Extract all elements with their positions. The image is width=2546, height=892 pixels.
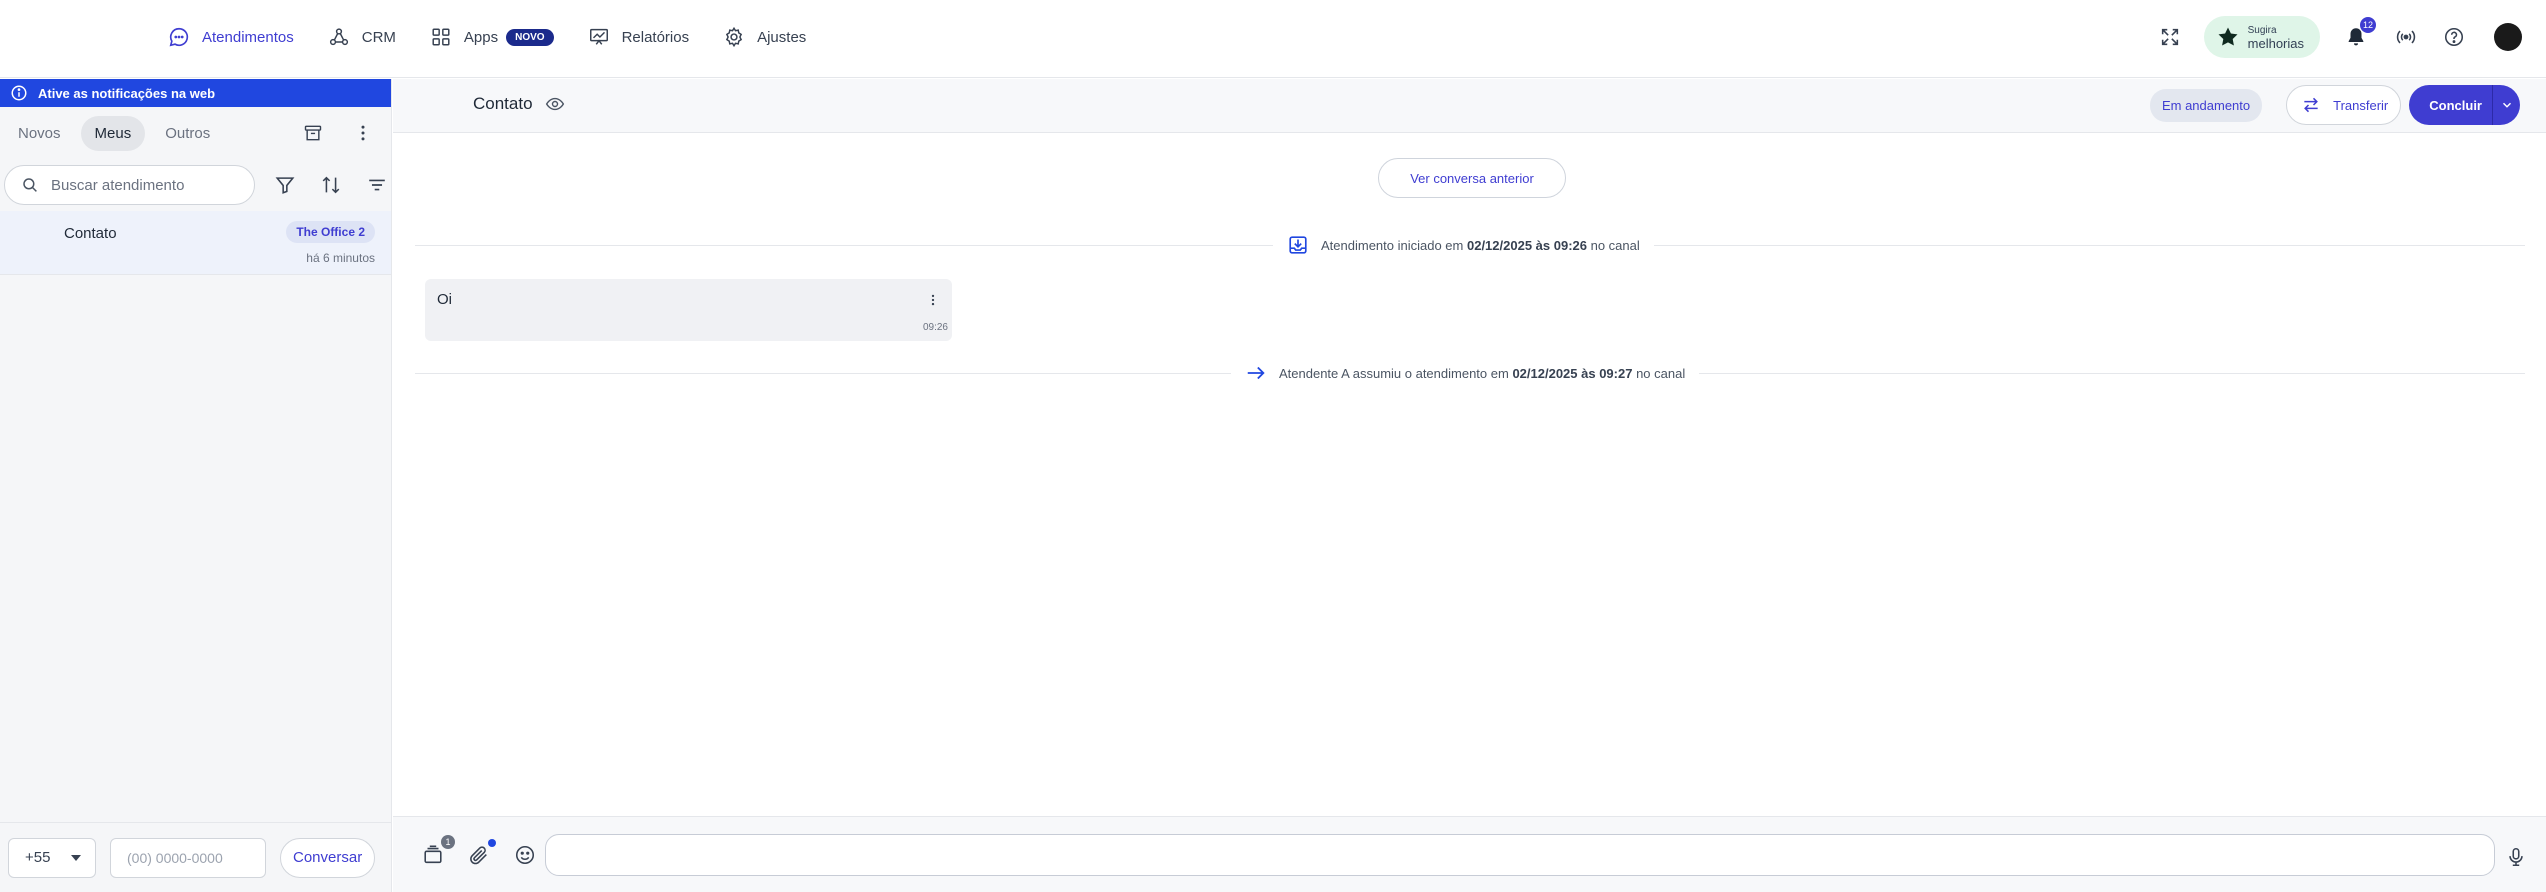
nav-label: Relatórios bbox=[621, 28, 690, 46]
status-badge: Em andamento bbox=[2149, 88, 2263, 122]
conclude-button-group: Concluir bbox=[2409, 85, 2520, 125]
message-menu-icon[interactable] bbox=[926, 291, 940, 309]
main-nav: Atendimentos CRM Apps NOVO Relatórios Aj… bbox=[168, 24, 840, 50]
phone-input[interactable] bbox=[110, 837, 266, 878]
crm-nodes-icon bbox=[328, 26, 350, 48]
nav-apps[interactable]: Apps NOVO bbox=[430, 26, 554, 48]
conversation-time: há 6 minutos bbox=[306, 251, 375, 265]
tab-outros[interactable]: Outros bbox=[151, 116, 224, 151]
start-conversation-button[interactable]: Conversar bbox=[280, 837, 376, 878]
notification-dot bbox=[488, 839, 496, 847]
search-actions bbox=[271, 171, 391, 199]
country-code-value: +55 bbox=[25, 849, 51, 866]
web-notifications-banner[interactable]: Ative as notificações na web bbox=[0, 79, 391, 107]
tab-meus[interactable]: Meus bbox=[80, 115, 146, 151]
microphone-icon[interactable] bbox=[2502, 843, 2530, 871]
chat-header-actions: Em andamento Transferir Concluir bbox=[2149, 85, 2520, 125]
archive-icon[interactable] bbox=[299, 119, 327, 147]
more-vertical-icon[interactable] bbox=[349, 119, 377, 147]
star-icon bbox=[2216, 25, 2240, 49]
chat-bubble-icon bbox=[168, 26, 190, 48]
nav-label: Ajustes bbox=[757, 28, 807, 46]
chat-header: Contato Em andamento Transferir Concluir bbox=[393, 79, 2546, 133]
attach-button[interactable] bbox=[465, 839, 496, 869]
conclude-options-button[interactable] bbox=[2492, 85, 2520, 125]
conversation-tabs: Novos Meus Outros bbox=[0, 107, 391, 159]
search-input[interactable] bbox=[51, 176, 241, 194]
top-navigation: Atendimentos CRM Apps NOVO Relatórios Aj… bbox=[0, 0, 2546, 78]
nav-atendimentos[interactable]: Atendimentos bbox=[168, 26, 294, 48]
paperclip-icon bbox=[468, 844, 490, 866]
new-badge: NOVO bbox=[506, 28, 554, 46]
search-box bbox=[4, 165, 255, 205]
search-icon bbox=[21, 176, 39, 194]
nav-relatorios[interactable]: Relatórios bbox=[588, 26, 690, 48]
conclude-button[interactable]: Concluir bbox=[2409, 85, 2492, 125]
search-row bbox=[0, 159, 391, 211]
nav-label: Apps bbox=[463, 28, 499, 46]
conversations-sidebar: Ative as notificações na web Novos Meus … bbox=[0, 79, 392, 892]
filter-lines-icon[interactable] bbox=[363, 171, 391, 199]
contact-name[interactable]: Contato bbox=[473, 94, 533, 114]
conversation-item[interactable]: Contato The Office 2 há 6 minutos bbox=[0, 211, 391, 275]
arrow-right-icon bbox=[1245, 362, 1267, 384]
broadcast-icon[interactable] bbox=[2392, 23, 2420, 51]
presentation-chart-icon bbox=[588, 26, 610, 48]
sort-icon[interactable] bbox=[317, 171, 345, 199]
composer-tools: 1 bbox=[419, 835, 539, 869]
apps-grid-icon bbox=[430, 26, 452, 48]
transfer-label: Transferir bbox=[2333, 97, 2389, 113]
gear-icon bbox=[723, 26, 745, 48]
chevron-down-icon bbox=[2502, 102, 2511, 108]
channel-tag: The Office 2 bbox=[286, 221, 375, 243]
notification-count-badge: 12 bbox=[2360, 17, 2376, 33]
country-code-select[interactable]: +55 bbox=[8, 837, 96, 878]
chat-messages: Ver conversa anterior Atendimento inicia… bbox=[393, 134, 2546, 816]
fullscreen-icon[interactable] bbox=[2156, 23, 2184, 51]
help-icon[interactable] bbox=[2440, 23, 2468, 51]
view-previous-conversation-button[interactable]: Ver conversa anterior bbox=[1378, 158, 1566, 198]
nav-label: Atendimentos bbox=[202, 28, 294, 46]
suggest-text: Sugira melhorias bbox=[2247, 25, 2304, 51]
nav-ajustes[interactable]: Ajustes bbox=[723, 26, 806, 48]
emoji-button[interactable] bbox=[511, 841, 539, 869]
quick-replies-button[interactable]: 1 bbox=[419, 835, 455, 869]
message-bubble: Oi 09:26 bbox=[425, 279, 952, 341]
avatar[interactable] bbox=[2494, 23, 2522, 51]
tabs-actions bbox=[299, 119, 377, 147]
caret-down-icon bbox=[71, 854, 81, 861]
notifications-button[interactable]: 12 bbox=[2342, 17, 2376, 51]
conversation-name: Contato bbox=[64, 225, 117, 242]
message-text: Oi bbox=[437, 291, 452, 308]
nav-label: CRM bbox=[361, 28, 396, 46]
contact-title: Contato bbox=[473, 94, 565, 114]
nav-crm[interactable]: CRM bbox=[328, 26, 396, 48]
info-icon bbox=[10, 84, 28, 102]
smiley-icon bbox=[514, 844, 536, 866]
filter-icon[interactable] bbox=[271, 171, 299, 199]
eye-icon[interactable] bbox=[545, 94, 565, 114]
message-input[interactable] bbox=[545, 834, 2495, 876]
stack-icon bbox=[422, 844, 444, 866]
message-time: 09:26 bbox=[922, 322, 948, 333]
message-composer: 1 bbox=[393, 816, 2546, 892]
tab-novos[interactable]: Novos bbox=[4, 116, 75, 151]
banner-text: Ative as notificações na web bbox=[38, 85, 216, 101]
transfer-arrows-icon bbox=[2301, 95, 2321, 115]
attachments-count-badge: 1 bbox=[441, 835, 455, 849]
transfer-button[interactable]: Transferir bbox=[2286, 85, 2402, 125]
inbox-download-icon bbox=[1287, 234, 1309, 256]
suggest-improvements-button[interactable]: Sugira melhorias bbox=[2203, 16, 2320, 58]
system-event-assumed: Atendente A assumiu o atendimento em 02/… bbox=[1231, 362, 1700, 384]
system-event-started: Atendimento iniciado em 02/12/2025 às 09… bbox=[1273, 234, 1654, 256]
nav-right-actions: Sugira melhorias 12 bbox=[2156, 14, 2546, 60]
new-conversation-footer: +55 Conversar bbox=[0, 822, 391, 892]
